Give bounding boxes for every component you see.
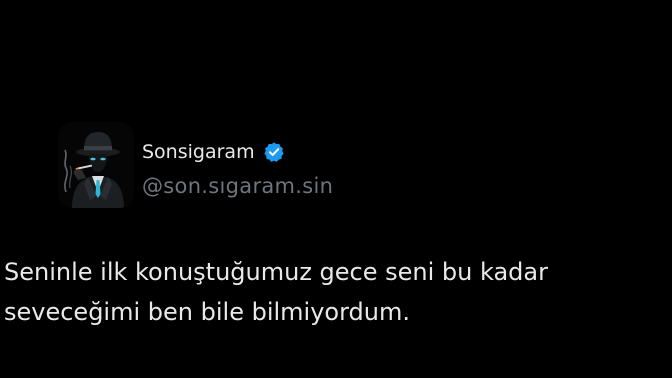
tweet-text: Seninle ilk konuştuğumuz gece seni bu ka…: [4, 252, 672, 332]
tweet-card: Sonsigaram @son.sıgaram.sin Seninle ilk …: [0, 0, 672, 378]
avatar[interactable]: [58, 122, 134, 208]
tweet-text-line: Seninle ilk konuştuğumuz gece seni bu ka…: [4, 258, 548, 286]
tweet-text-line: seveceğimi ben bile bilmiyordum.: [4, 298, 410, 326]
author-name-row: Sonsigaram: [142, 137, 285, 167]
man-in-fedora-smoking-avatar-icon: [58, 122, 134, 208]
author-handle[interactable]: @son.sıgaram.sin: [142, 173, 333, 199]
author-display-name[interactable]: Sonsigaram: [142, 140, 255, 164]
verified-badge-icon: [263, 141, 285, 163]
